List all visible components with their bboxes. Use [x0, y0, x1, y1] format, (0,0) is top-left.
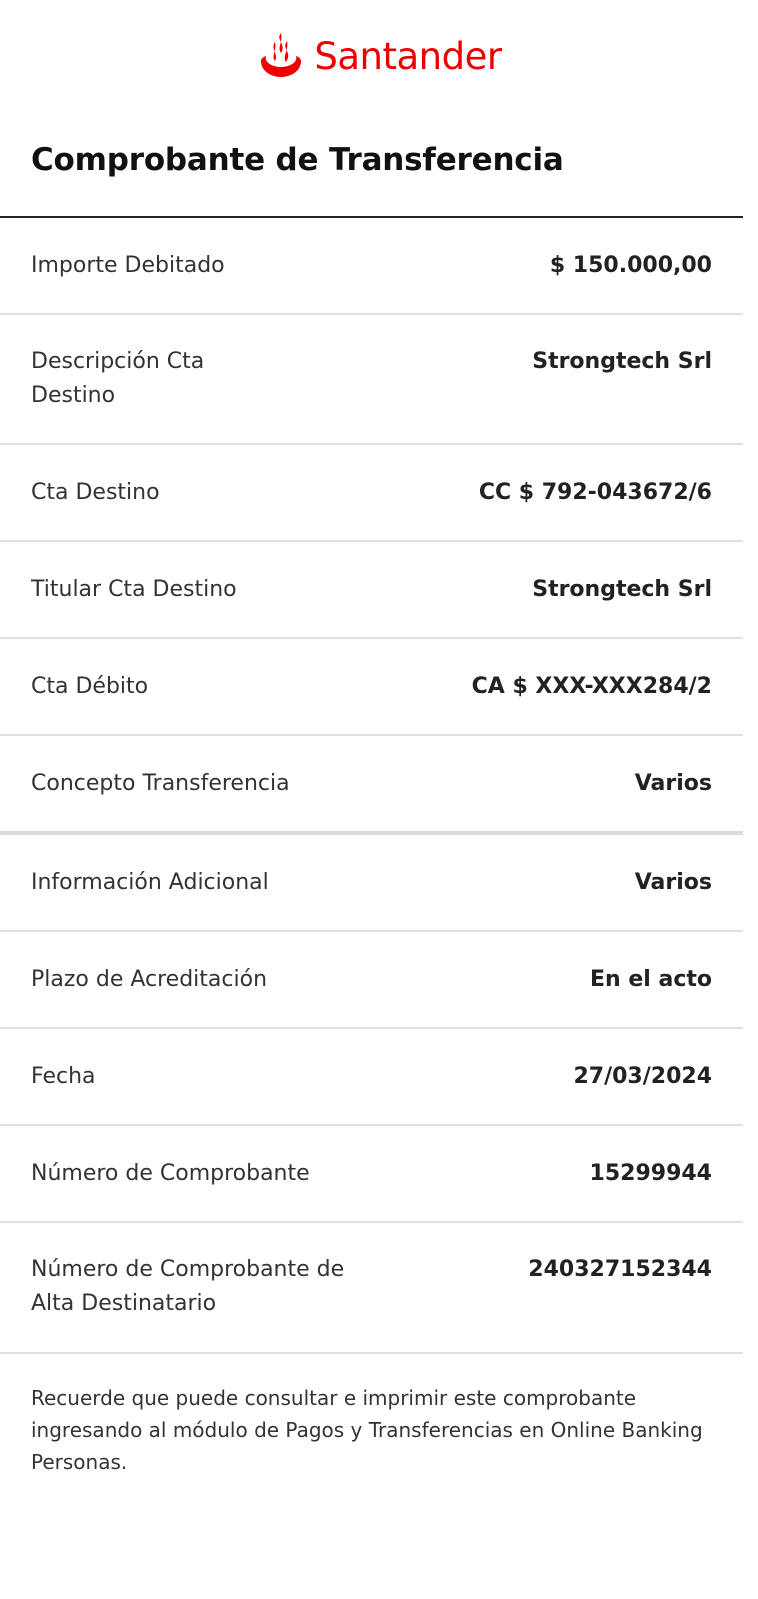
detail-row-concepto: Concepto Transferencia Varios	[0, 736, 743, 835]
detail-label: Descripción Cta Destino	[31, 349, 205, 408]
brand-header: Santander	[0, 28, 758, 84]
detail-label: Cta Débito	[31, 673, 149, 699]
detail-value: CA $ XXX-XXX284/2	[471, 673, 712, 699]
detail-row-cta-destino: Cta Destino CC $ 792-043672/6	[0, 445, 743, 542]
detail-value: 240327152344	[528, 1257, 712, 1282]
detail-value: 27/03/2024	[573, 1063, 712, 1089]
detail-label: Titular Cta Destino	[31, 576, 237, 602]
detail-label: Concepto Transferencia	[31, 770, 290, 796]
detail-row-informacion: Información Adicional Varios	[0, 835, 743, 932]
detail-label: Importe Debitado	[31, 252, 225, 278]
receipt-details: Importe Debitado $ 150.000,00 Descripció…	[0, 218, 743, 1354]
detail-row-alta-destinatario: Número de Comprobante de Alta Destinatar…	[0, 1223, 743, 1354]
detail-row-fecha: Fecha 27/03/2024	[0, 1029, 743, 1126]
detail-row-importe: Importe Debitado $ 150.000,00	[0, 218, 743, 315]
detail-label: Cta Destino	[31, 479, 160, 505]
detail-label: Información Adicional	[31, 869, 269, 895]
detail-value: CC $ 792-043672/6	[478, 479, 712, 505]
detail-row-plazo: Plazo de Acreditación En el acto	[0, 932, 743, 1029]
santander-flame-icon	[261, 33, 302, 77]
detail-label: Número de Comprobante	[31, 1160, 310, 1186]
detail-label: Plazo de Acreditación	[31, 966, 268, 992]
detail-value: Strongtech Srl	[532, 349, 712, 374]
santander-logo: Santander	[256, 31, 502, 81]
detail-row-descripcion: Descripción Cta Destino Strongtech Srl	[0, 315, 743, 445]
detail-label: Fecha	[31, 1063, 96, 1089]
brand-name: Santander	[314, 34, 502, 78]
detail-row-cta-debito: Cta Débito CA $ XXX-XXX284/2	[0, 639, 743, 736]
detail-value: Varios	[634, 770, 712, 796]
detail-value: 15299944	[589, 1160, 712, 1186]
detail-value: En el acto	[590, 966, 712, 992]
detail-row-titular: Titular Cta Destino Strongtech Srl	[0, 542, 743, 639]
detail-label: Número de Comprobante de Alta Destinatar…	[31, 1257, 345, 1316]
detail-value: Strongtech Srl	[532, 576, 712, 602]
footer-note: Recuerde que puede consultar e imprimir …	[31, 1386, 703, 1474]
detail-value: Varios	[634, 869, 712, 895]
detail-value: $ 150.000,00	[549, 252, 712, 278]
page-title: Comprobante de Transferencia	[31, 142, 564, 178]
detail-row-numero-comprobante: Número de Comprobante 15299944	[0, 1126, 743, 1223]
